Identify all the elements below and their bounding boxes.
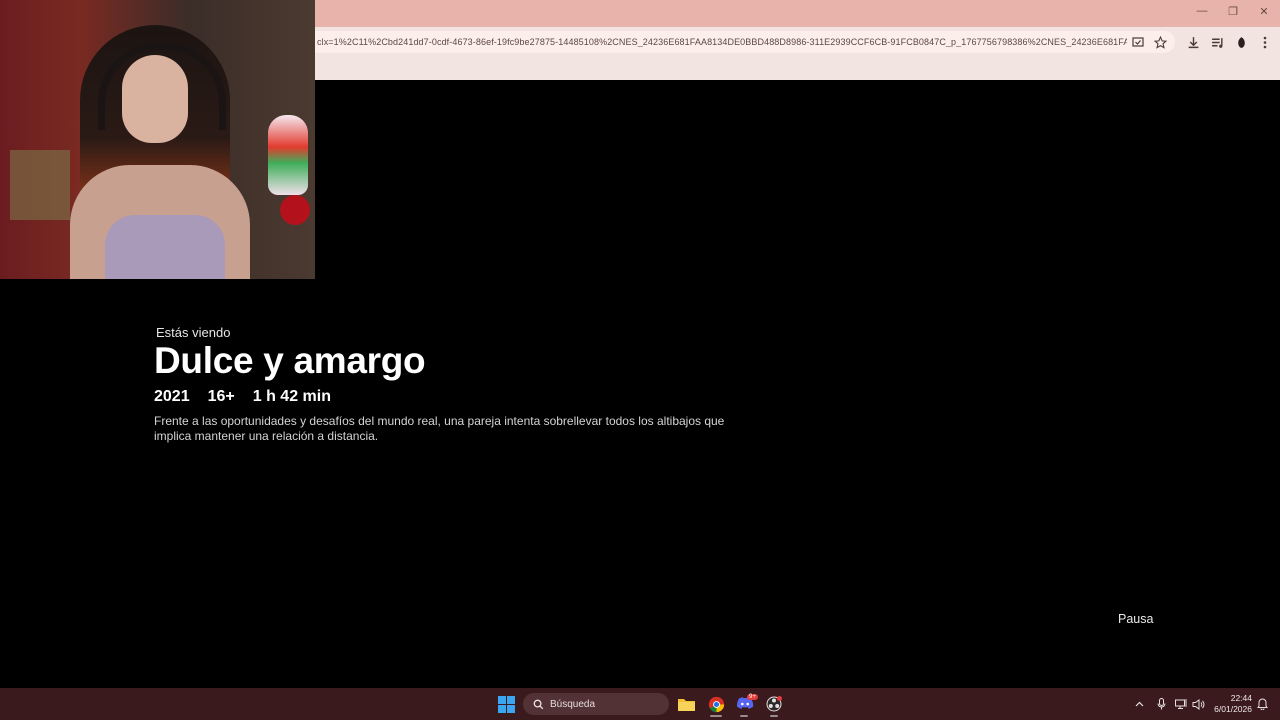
- media-control-icon[interactable]: [1208, 33, 1226, 51]
- video-year: 2021: [154, 388, 190, 405]
- network-icon[interactable]: [1174, 697, 1188, 711]
- browser-menu-icon[interactable]: [1256, 33, 1274, 51]
- minimize-button[interactable]: —: [1192, 5, 1212, 17]
- chrome-active-indicator: [710, 715, 722, 717]
- close-window-button[interactable]: ✕: [1254, 5, 1274, 18]
- install-app-icon[interactable]: [1129, 33, 1147, 51]
- extension-icon[interactable]: [1232, 33, 1250, 51]
- bookmark-star-icon[interactable]: [1151, 33, 1169, 51]
- obs-indicator: [770, 715, 778, 717]
- taskbar-clock[interactable]: 22:44 6/01/2026: [1208, 693, 1252, 715]
- chrome-icon[interactable]: [706, 694, 726, 714]
- cherry-decoration: [280, 195, 310, 225]
- webcam-dress: [105, 215, 225, 279]
- pause-label: Pausa: [1118, 612, 1154, 626]
- video-description: Frente a las oportunidades y desafíos de…: [154, 414, 725, 443]
- volume-icon[interactable]: [1191, 697, 1205, 711]
- discord-indicator: [740, 715, 748, 717]
- microphone-icon[interactable]: [1154, 697, 1168, 711]
- file-explorer-icon[interactable]: [676, 694, 696, 714]
- chevron-up-icon[interactable]: [1132, 697, 1146, 711]
- video-rating: 16+: [207, 388, 235, 405]
- windows-start-icon[interactable]: [498, 696, 515, 713]
- search-icon: [532, 698, 544, 710]
- download-icon[interactable]: [1184, 33, 1202, 51]
- restore-button[interactable]: ❐: [1223, 5, 1243, 18]
- obs-recording-dot: [777, 696, 782, 701]
- clock-date: 6/01/2026: [1214, 704, 1252, 714]
- video-duration: 1 h 42 min: [252, 388, 331, 405]
- video-title: Dulce y amargo: [154, 340, 426, 381]
- url-text[interactable]: clx=1%2C11%2Cbd241dd7-0cdf-4673-86ef-19f…: [317, 37, 1127, 47]
- clock-time: 22:44: [1230, 693, 1252, 703]
- microphone: [268, 115, 308, 195]
- watching-label: Estás viendo: [156, 325, 231, 340]
- video-meta: 2021 16+ 1 h 42 min: [154, 388, 331, 406]
- taskbar-search[interactable]: Búsqueda: [523, 693, 669, 715]
- notification-bell-icon[interactable]: [1255, 697, 1269, 711]
- webcam-person: [60, 15, 250, 279]
- search-placeholder: Búsqueda: [550, 698, 596, 710]
- discord-badge: 9+: [747, 694, 758, 700]
- webcam-overlay: [0, 0, 315, 279]
